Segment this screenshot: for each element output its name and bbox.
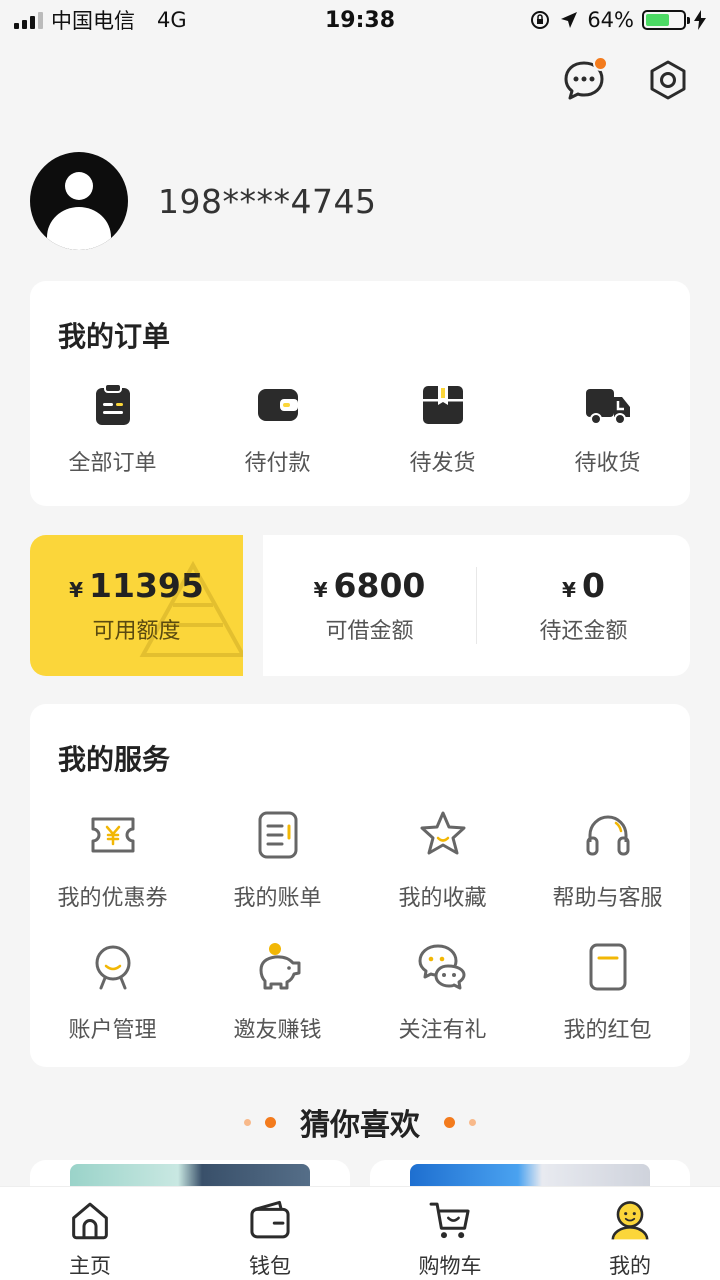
wallet-icon (257, 389, 298, 421)
charging-bolt-icon (694, 10, 706, 30)
coupon-icon (91, 817, 134, 853)
service-favorites-label: 我的收藏 (398, 886, 487, 911)
star-icon (420, 811, 465, 855)
gear-icon (650, 60, 686, 100)
profile-header[interactable]: 198****4745 (30, 152, 376, 250)
orders-title: 我的订单 (58, 320, 171, 353)
to-repay-amount-value: 0 (581, 566, 605, 605)
to-repay-amount[interactable]: ¥ 0 待还金额 (477, 535, 690, 676)
service-coupons-label: 我的优惠券 (57, 886, 168, 911)
headset-icon (586, 815, 629, 856)
orders-card: 我的订单 全部订单 待付款 待发货 待收货 (30, 281, 690, 506)
service-invite[interactable]: 邀友赚钱 (195, 940, 360, 1044)
tab-home-label: 主页 (69, 1254, 111, 1278)
service-coupons[interactable]: 我的优惠券 (30, 808, 195, 912)
piggy-bank-icon (259, 943, 300, 990)
tab-cart-label: 购物车 (418, 1254, 482, 1278)
tab-profile[interactable]: 我的 (540, 1187, 720, 1280)
order-all[interactable]: 全部订单 (30, 381, 195, 477)
order-pending-shipment[interactable]: 待发货 (360, 381, 525, 477)
tab-wallet[interactable]: 钱包 (180, 1187, 360, 1280)
wechat-icon (418, 944, 465, 990)
recommend-header: 猜你喜欢 (0, 1100, 720, 1144)
order-pending-receipt-label: 待收货 (574, 451, 641, 476)
red-envelope-icon (589, 943, 626, 991)
battery-percent: 64% (587, 8, 634, 32)
credit-card: ¥ 11395 可用额度 ¥ 6800 可借金额 ¥ 0 待还金额 (30, 535, 690, 676)
borrowable-amount[interactable]: ¥ 6800 可借金额 (263, 535, 476, 676)
service-bills[interactable]: 我的账单 (195, 808, 360, 912)
settings-button[interactable] (646, 58, 690, 102)
service-help-label: 帮助与客服 (552, 886, 663, 911)
service-favorites[interactable]: 我的收藏 (360, 808, 525, 912)
location-arrow-icon (561, 12, 578, 28)
message-button[interactable] (562, 56, 608, 102)
battery-icon (642, 10, 690, 30)
order-pending-shipment-label: 待发货 (409, 451, 476, 476)
avatar[interactable] (30, 152, 128, 250)
tab-wallet-label: 钱包 (249, 1254, 291, 1278)
order-pending-receipt[interactable]: 待收货 (525, 381, 690, 477)
currency-symbol: ¥ (562, 578, 576, 602)
services-card: 我的服务 我的优惠券 我的账单 我的收藏 帮助与客服 账户管理 邀友赚钱 关注有… (30, 704, 690, 1067)
service-help[interactable]: 帮助与客服 (525, 808, 690, 912)
bill-icon (258, 811, 297, 859)
notification-dot (593, 56, 608, 71)
service-account[interactable]: 账户管理 (30, 940, 195, 1044)
home-icon (72, 1202, 108, 1240)
to-repay-amount-label: 待还金额 (539, 619, 628, 644)
currency-symbol: ¥ (69, 578, 84, 602)
package-icon (422, 386, 463, 424)
service-follow-label: 关注有礼 (398, 1018, 487, 1043)
services-title: 我的服务 (58, 743, 171, 776)
tab-cart[interactable]: 购物车 (360, 1187, 540, 1280)
service-red-envelope[interactable]: 我的红包 (525, 940, 690, 1044)
decorative-pattern-icon (139, 560, 243, 657)
borrowable-amount-label: 可借金额 (325, 619, 414, 644)
order-pending-payment-label: 待付款 (244, 451, 311, 476)
recommend-title: 猜你喜欢 (300, 1108, 420, 1143)
currency-symbol: ¥ (313, 578, 328, 602)
network-label: 4G (157, 8, 187, 32)
service-bills-label: 我的账单 (233, 886, 322, 911)
tab-profile-label: 我的 (609, 1254, 651, 1278)
cart-icon (429, 1202, 470, 1239)
order-all-label: 全部订单 (68, 451, 157, 476)
service-invite-label: 邀友赚钱 (233, 1018, 322, 1043)
truck-icon (585, 389, 630, 425)
service-follow[interactable]: 关注有礼 (360, 940, 525, 1044)
tab-bar: 主页 钱包 购物车 我的 (0, 1186, 720, 1280)
carrier-label: 中国电信 (51, 9, 135, 33)
order-pending-payment[interactable]: 待付款 (195, 381, 360, 477)
phone-number: 198****4745 (158, 181, 377, 221)
rotation-lock-icon (531, 11, 550, 29)
borrowable-amount-value: 6800 (333, 566, 426, 605)
tab-home[interactable]: 主页 (0, 1187, 180, 1280)
service-account-label: 账户管理 (68, 1018, 157, 1043)
service-red-envelope-label: 我的红包 (563, 1018, 652, 1043)
account-icon (95, 945, 130, 990)
status-bar: 中国电信 4G 19:38 64% (0, 0, 720, 40)
available-credit[interactable]: ¥ 11395 可用额度 (30, 535, 243, 676)
signal-icon (14, 11, 43, 29)
wallet-icon (250, 1200, 290, 1239)
profile-icon (611, 1201, 649, 1240)
clipboard-icon (95, 383, 130, 425)
